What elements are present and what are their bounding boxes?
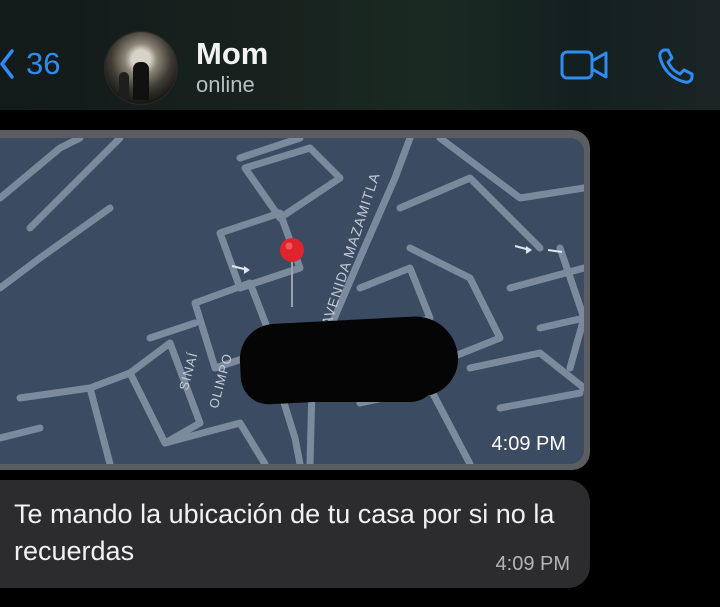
redaction-scribble (268, 346, 438, 402)
unread-count: 36 (26, 46, 61, 81)
video-icon (560, 50, 608, 80)
avatar[interactable] (105, 32, 177, 104)
message-time: 4:09 PM (491, 433, 566, 455)
avatar-figure (119, 72, 129, 100)
map-preview[interactable]: AVENIDA MAZAMITLA SINAÍ OLIMPO 4:09 PM (0, 138, 584, 464)
text-message[interactable]: Te mando la ubicación de tu casa por si … (0, 480, 590, 588)
message-time: 4:09 PM (495, 553, 570, 575)
location-pin-icon (280, 238, 304, 307)
chevron-left-icon (0, 48, 14, 79)
phone-icon (658, 48, 694, 84)
contact-status: online (196, 72, 255, 97)
voice-call-button[interactable] (656, 46, 696, 91)
message-text: Te mando la ubicación de tu casa por si … (14, 499, 555, 566)
video-call-button[interactable] (560, 48, 610, 87)
location-message[interactable]: AVENIDA MAZAMITLA SINAÍ OLIMPO 4:09 PM (0, 130, 590, 470)
avatar-figure (133, 62, 149, 100)
chat-screen: 36 Mom online AVENIDA MAZAMITLA SINAÍ OL… (0, 0, 720, 607)
contact-name[interactable]: Mom (196, 38, 268, 69)
chat-header: 36 Mom online (0, 0, 720, 110)
back-button[interactable]: 36 (0, 48, 60, 79)
